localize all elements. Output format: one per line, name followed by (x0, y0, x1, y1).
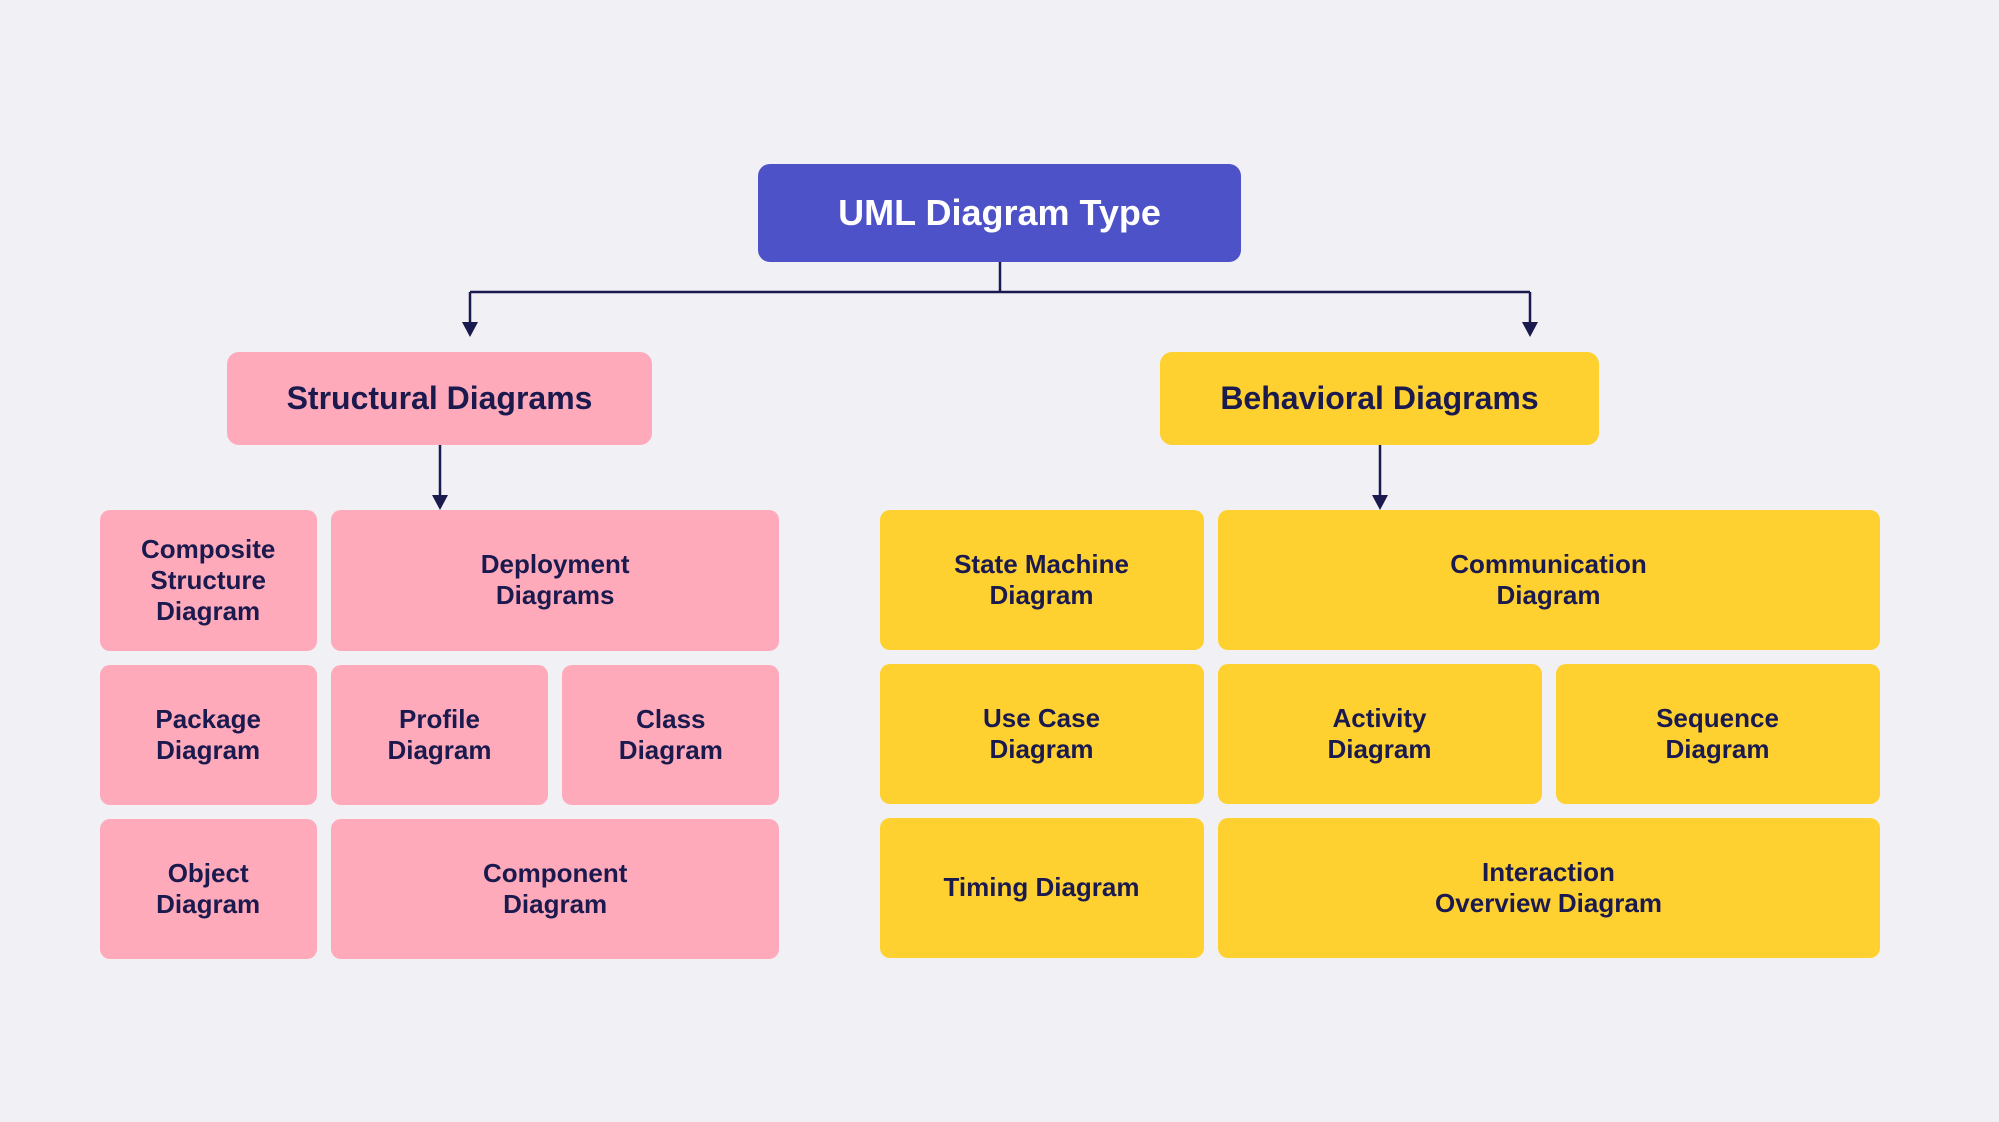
behavioral-grid: State MachineDiagram CommunicationDiagra… (880, 510, 1880, 958)
structural-connector-svg (390, 445, 490, 510)
profile-diagram: ProfileDiagram (331, 665, 548, 805)
behavioral-label: Behavioral Diagrams (1220, 380, 1538, 416)
use-case-diagram: Use CaseDiagram (880, 664, 1204, 804)
behavioral-connector-svg (1330, 445, 1430, 510)
state-machine-diagram: State MachineDiagram (880, 510, 1204, 650)
main-columns: Structural Diagrams Composite StructureD… (100, 352, 1900, 959)
activity-diagram: ActivityDiagram (1218, 664, 1542, 804)
timing-diagram: Timing Diagram (880, 818, 1204, 958)
component-diagram: ComponentDiagram (331, 819, 780, 959)
diagram-canvas: UML Diagram Type Structural Diagrams (100, 164, 1900, 959)
root-node: UML Diagram Type (758, 164, 1241, 262)
structural-node: Structural Diagrams (227, 352, 653, 445)
structural-label: Structural Diagrams (287, 380, 593, 416)
object-diagram: Object Diagram (100, 819, 317, 959)
sequence-diagram: SequenceDiagram (1556, 664, 1880, 804)
deployment-diagrams: DeploymentDiagrams (331, 510, 780, 651)
structural-column: Structural Diagrams Composite StructureD… (100, 352, 780, 959)
root-label: UML Diagram Type (838, 192, 1161, 233)
package-diagram: PackageDiagram (100, 665, 317, 805)
interaction-overview-diagram: InteractionOverview Diagram (1218, 818, 1880, 958)
behavioral-node: Behavioral Diagrams (1160, 352, 1598, 445)
structural-grid: Composite StructureDiagram DeploymentDia… (100, 510, 780, 959)
communication-diagram: CommunicationDiagram (1218, 510, 1880, 650)
composite-structure-diagram: Composite StructureDiagram (100, 510, 317, 651)
class-diagram: ClassDiagram (562, 665, 779, 805)
root-connectors-svg (100, 262, 1900, 342)
behavioral-column: Behavioral Diagrams State MachineDiagram… (860, 352, 1900, 959)
